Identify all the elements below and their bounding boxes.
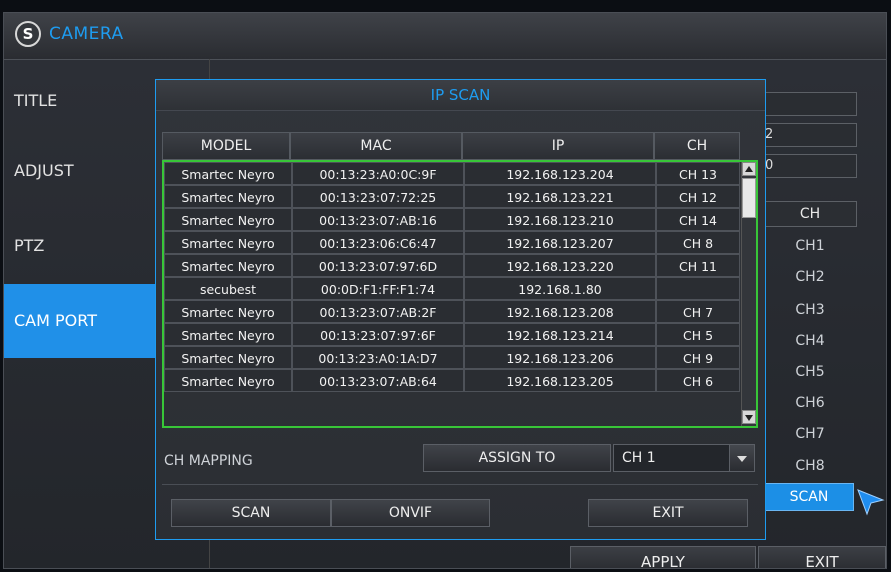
column-header-mac: MAC — [290, 132, 462, 160]
cell-mac: 00:13:23:A0:1A:D7 — [292, 346, 464, 369]
cell-mac: 00:13:23:07:97:6F — [292, 323, 464, 346]
column-header-ip: IP — [462, 132, 654, 160]
cell-mac: 00:13:23:07:97:6D — [292, 254, 464, 277]
cell-model: Smartec Neyro — [164, 323, 292, 346]
table-row[interactable]: Smartec Neyro 00:13:23:07:72:25 192.168.… — [164, 185, 740, 208]
cell-mac: 00:0D:F1:FF:F1:74 — [292, 277, 464, 300]
cell-mac: 00:13:23:06:C6:47 — [292, 231, 464, 254]
cell-ch: CH 13 — [656, 162, 740, 185]
mouse-cursor-icon — [857, 489, 885, 516]
cell-ip: 192.168.123.206 — [464, 346, 656, 369]
bg-channel-item[interactable]: CH4 — [763, 333, 857, 349]
table-row[interactable]: Smartec Neyro 00:13:23:A0:0C:9F 192.168.… — [164, 162, 740, 185]
dialog-exit-button[interactable]: EXIT — [588, 499, 748, 527]
table-row[interactable]: Smartec Neyro 00:13:23:07:97:6D 192.168.… — [164, 254, 740, 277]
title-bar: S CAMERA — [4, 13, 886, 60]
sidebar-item-ptz[interactable]: PTZ — [4, 216, 164, 276]
table-row[interactable]: Smartec Neyro 00:13:23:07:AB:16 192.168.… — [164, 208, 740, 231]
apply-button[interactable]: APPLY — [570, 546, 756, 568]
column-header-ch: CH — [654, 132, 740, 160]
bg-channel-item[interactable]: CH5 — [763, 364, 857, 380]
cell-ip: 192.168.123.207 — [464, 231, 656, 254]
table-row[interactable]: Smartec Neyro 00:13:23:07:AB:2F 192.168.… — [164, 300, 740, 323]
cell-model: Smartec Neyro — [164, 346, 292, 369]
bg-channel-item[interactable]: CH3 — [763, 302, 857, 318]
cell-model: Smartec Neyro — [164, 162, 292, 185]
cell-ip: 192.168.1.80 — [464, 277, 656, 300]
cell-ch — [656, 277, 740, 300]
main-exit-button[interactable]: EXIT — [758, 546, 886, 568]
cell-mac: 00:13:23:07:AB:16 — [292, 208, 464, 231]
dialog-title: IP SCAN — [156, 80, 765, 111]
onvif-button[interactable]: ONVIF — [331, 499, 490, 527]
scan-button[interactable]: SCAN — [171, 499, 331, 527]
cell-ch: CH 8 — [656, 231, 740, 254]
bg-channel-item[interactable]: CH8 — [763, 458, 857, 474]
ch-mapping-label: CH MAPPING — [164, 453, 253, 469]
assign-channel-select[interactable]: CH 1 — [613, 444, 755, 472]
table-row[interactable]: Smartec Neyro 00:13:23:07:97:6F 192.168.… — [164, 323, 740, 346]
table-row[interactable]: Smartec Neyro 00:13:23:07:AB:64 192.168.… — [164, 369, 740, 392]
bg-channel-item[interactable]: CH6 — [763, 395, 857, 411]
cell-model: Smartec Neyro — [164, 254, 292, 277]
assign-to-button[interactable]: ASSIGN TO — [423, 444, 611, 472]
scrollbar-thumb[interactable] — [742, 178, 756, 218]
cell-mac: 00:13:23:07:72:25 — [292, 185, 464, 208]
cell-model: secubest — [164, 277, 292, 300]
cell-mac: 00:13:23:07:AB:64 — [292, 369, 464, 392]
cell-mac: 00:13:23:A0:0C:9F — [292, 162, 464, 185]
cell-mac: 00:13:23:07:AB:2F — [292, 300, 464, 323]
column-header-model: MODEL — [162, 132, 290, 160]
cell-ch: CH 6 — [656, 369, 740, 392]
cell-ch: CH 11 — [656, 254, 740, 277]
sidebar-item-adjust[interactable]: ADJUST — [4, 141, 164, 201]
cell-model: Smartec Neyro — [164, 208, 292, 231]
table-row[interactable]: secubest 00:0D:F1:FF:F1:74 192.168.1.80 — [164, 277, 740, 300]
cell-ip: 192.168.123.204 — [464, 162, 656, 185]
bg-channel-item[interactable]: CH1 — [763, 238, 857, 254]
bg-channel-item[interactable]: CH2 — [763, 269, 857, 285]
app-title: CAMERA — [49, 24, 124, 44]
chevron-down-icon[interactable] — [729, 445, 754, 471]
cell-ch: CH 7 — [656, 300, 740, 323]
cell-ip: 192.168.123.205 — [464, 369, 656, 392]
bg-field-1[interactable] — [761, 92, 857, 116]
table-row[interactable]: Smartec Neyro 00:13:23:06:C6:47 192.168.… — [164, 231, 740, 254]
cell-ch: CH 5 — [656, 323, 740, 346]
cell-ip: 192.168.123.208 — [464, 300, 656, 323]
cell-ip: 192.168.123.221 — [464, 185, 656, 208]
cell-ch: CH 9 — [656, 346, 740, 369]
table-row[interactable]: Smartec Neyro 00:13:23:A0:1A:D7 192.168.… — [164, 346, 740, 369]
cell-model: Smartec Neyro — [164, 185, 292, 208]
bg-ch-header: CH — [763, 201, 857, 227]
app-logo-icon: S — [15, 21, 41, 47]
ip-scan-dialog: IP SCAN MODEL MAC IP CH Smartec Neyro 00… — [155, 79, 766, 540]
cell-model: Smartec Neyro — [164, 231, 292, 254]
assign-channel-value: CH 1 — [622, 450, 656, 466]
table-scrollbar[interactable] — [741, 162, 756, 426]
cell-model: Smartec Neyro — [164, 300, 292, 323]
scroll-down-arrow-icon[interactable] — [742, 410, 756, 424]
sidebar-item-title[interactable]: TITLE — [4, 71, 164, 131]
bg-field-3[interactable]: 0 — [761, 154, 857, 178]
cell-ch: CH 12 — [656, 185, 740, 208]
cell-model: Smartec Neyro — [164, 369, 292, 392]
bg-scan-button[interactable]: SCAN — [764, 483, 854, 511]
scan-results-table: Smartec Neyro 00:13:23:A0:0C:9F 192.168.… — [162, 160, 758, 428]
bg-channel-item[interactable]: CH7 — [763, 426, 857, 442]
cell-ip: 192.168.123.220 — [464, 254, 656, 277]
sidebar-item-cam-port[interactable]: CAM PORT — [4, 284, 164, 358]
bg-field-2[interactable]: 2 — [761, 123, 857, 147]
cell-ip: 192.168.123.210 — [464, 208, 656, 231]
camera-window: S CAMERA TITLE ADJUST PTZ CAM PORT 2 0 C… — [3, 12, 887, 569]
cell-ch: CH 14 — [656, 208, 740, 231]
dialog-divider — [162, 484, 758, 485]
cell-ip: 192.168.123.214 — [464, 323, 656, 346]
scroll-up-arrow-icon[interactable] — [742, 162, 756, 176]
